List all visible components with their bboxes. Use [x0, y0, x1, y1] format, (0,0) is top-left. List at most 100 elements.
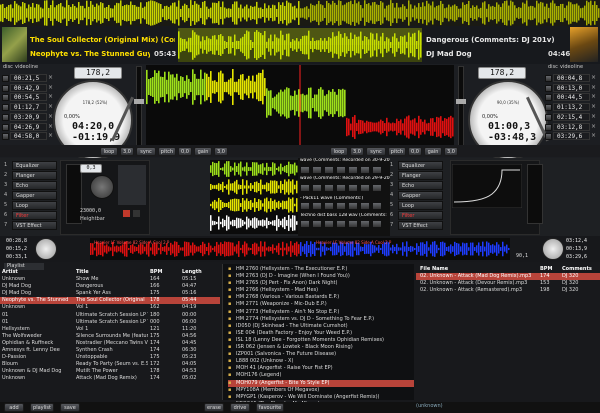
- control-button[interactable]: gain: [194, 147, 212, 156]
- sampler-button[interactable]: [324, 202, 334, 210]
- cue-delete-icon[interactable]: ×: [48, 132, 53, 139]
- footer-playlist-button[interactable]: playlist: [30, 403, 54, 412]
- fx-gapper[interactable]: Gapper: [398, 191, 443, 200]
- main-waveform[interactable]: [146, 65, 454, 147]
- sampler-button[interactable]: [360, 220, 370, 228]
- right-filter-graph[interactable]: [452, 164, 522, 208]
- sampler-button[interactable]: [348, 166, 358, 174]
- cue-delete-icon[interactable]: ×: [48, 74, 53, 81]
- left-volume-fader[interactable]: [66, 164, 82, 224]
- sampler-button[interactable]: [360, 202, 370, 210]
- cue-play-button[interactable]: [2, 104, 9, 112]
- fx-vst-effect[interactable]: VST Effect: [12, 221, 57, 230]
- folder-item[interactable]: ▪ HM 2771 (Weaponize - Mic-Dub E.P.): [228, 301, 414, 308]
- control-button[interactable]: loop: [100, 147, 118, 156]
- sampler-button[interactable]: [312, 202, 322, 210]
- sampler-button[interactable]: [360, 166, 370, 174]
- cue-play-button[interactable]: [545, 123, 552, 131]
- folder-item[interactable]: ▪ MOH 41 (Angerfist - Raise Your Fist EP): [228, 365, 414, 372]
- cue-delete-icon[interactable]: ×: [591, 103, 596, 110]
- cue-point[interactable]: 03:12,8: [553, 122, 590, 131]
- sampler-button[interactable]: [372, 202, 382, 210]
- tab-line[interactable]: line: [574, 64, 583, 70]
- sampler-button[interactable]: [336, 202, 346, 210]
- loop-time[interactable]: 03:12,4: [566, 238, 587, 244]
- loop-time[interactable]: 03:29,6: [566, 254, 587, 260]
- cue-play-button[interactable]: [2, 113, 9, 121]
- playlist-row[interactable]: Unknown & DJ Mad Dog Mutilt The Power 178 0…: [0, 368, 220, 375]
- cue-point[interactable]: 00:42,9: [10, 83, 47, 92]
- folder-item[interactable]: ▪ HM 2760 (Hellsystem - The Executioner E…: [228, 266, 414, 273]
- cue-point[interactable]: 00:21,5: [10, 74, 47, 82]
- sampler-button[interactable]: [300, 202, 310, 210]
- sampler-button[interactable]: [372, 184, 382, 192]
- control-button[interactable]: sync: [366, 147, 386, 156]
- playlist-row[interactable]: Unknown Attack (Mad Dog Remix) 174 05:02: [0, 375, 220, 382]
- left-eq-pad[interactable]: [118, 165, 146, 205]
- tab-disc[interactable]: disc: [3, 64, 13, 70]
- loop-time[interactable]: 00:33,1: [6, 254, 27, 260]
- cue-delete-icon[interactable]: ×: [591, 132, 596, 139]
- sampler-button[interactable]: [336, 184, 346, 192]
- cue-point[interactable]: 03:20,9: [10, 112, 47, 121]
- cue-point[interactable]: 03:29,6: [553, 132, 590, 141]
- right-pitch-knob[interactable]: [456, 99, 466, 104]
- file-row[interactable]: 02. Unknown - Attack (Devour Remix).mp3 1…: [416, 280, 600, 287]
- folder-item[interactable]: ▪ HM 2773 (Hellsystem - Ain't No Stop E.P…: [228, 309, 414, 316]
- control-button[interactable]: sync: [136, 147, 156, 156]
- cue-delete-icon[interactable]: ×: [591, 123, 596, 130]
- folder-item[interactable]: ▪ MOH176 (Legend): [228, 372, 414, 379]
- left-pitch-slider[interactable]: [136, 66, 142, 146]
- column-header-title[interactable]: Title: [76, 269, 148, 276]
- cue-play-button[interactable]: [2, 75, 9, 82]
- cue-delete-icon[interactable]: ×: [48, 93, 53, 100]
- playlist-row[interactable]: Neophyte vs. The Stunned The Soul Collect…: [0, 297, 220, 305]
- folder-item[interactable]: ▪ MPYGP1 (Kasperov - We Will Dominate (An…: [228, 394, 414, 401]
- tab-disc[interactable]: disc: [548, 64, 558, 70]
- sampler-button[interactable]: [372, 220, 382, 228]
- cue-point[interactable]: 00:54,5: [10, 93, 47, 102]
- footer-add-button[interactable]: add: [4, 403, 24, 412]
- cue-delete-icon[interactable]: ×: [591, 84, 596, 91]
- playlist-row[interactable]: DJ Mad Dog Spank Yer Ass 175 05:16: [0, 290, 220, 297]
- playlist-row[interactable]: Bloum Ready To Party (Seum vs. E.S.T. 172 0…: [0, 361, 220, 368]
- playlist-row[interactable]: 01 Ultimate Scratch Session LP Vol 000 06:0…: [0, 319, 220, 326]
- control-button[interactable]: 3,0: [350, 147, 364, 156]
- cue-play-button[interactable]: [2, 84, 9, 92]
- fx-vst-effect[interactable]: VST Effect: [398, 221, 443, 230]
- footer-erase-button[interactable]: erase: [204, 403, 224, 412]
- sampler-button[interactable]: [348, 220, 358, 228]
- fx-loop[interactable]: Loop: [398, 201, 443, 210]
- control-button[interactable]: 3,0: [444, 147, 458, 156]
- cue-delete-icon[interactable]: ×: [48, 84, 53, 91]
- fx-echo[interactable]: Echo: [12, 181, 57, 190]
- cue-play-button[interactable]: [2, 133, 9, 141]
- loop-time[interactable]: 00:13,9: [566, 246, 587, 252]
- left-mini-jog[interactable]: [35, 238, 57, 260]
- fx-filter[interactable]: Filter: [12, 211, 57, 220]
- loop-time[interactable]: 00:15,2: [6, 246, 27, 252]
- center-overview-waveform[interactable]: [178, 28, 422, 62]
- playlist-row[interactable]: Ophidian & Ruffneck Nostradier (Meccano T…: [0, 340, 220, 347]
- sampler-button[interactable]: [372, 166, 382, 174]
- fx-flanger[interactable]: Flanger: [398, 171, 443, 180]
- control-button[interactable]: 0,0: [178, 147, 192, 156]
- cue-point[interactable]: 00:44,5: [553, 93, 590, 102]
- fx-equalizer[interactable]: Equalizer: [398, 161, 443, 170]
- sampler-button[interactable]: [312, 220, 322, 228]
- loop-time[interactable]: 00:28,8: [6, 238, 27, 244]
- sampler-button[interactable]: [348, 202, 358, 210]
- sampler-waveforms[interactable]: [210, 160, 298, 234]
- control-button[interactable]: pitch: [388, 147, 406, 156]
- folder-item[interactable]: ▪ ISR 062 (Jensen & Lowtek - Black Moon R…: [228, 344, 414, 351]
- footer-favourite-button[interactable]: favourite: [256, 403, 284, 412]
- fx-filter[interactable]: Filter: [398, 211, 443, 220]
- folder-item[interactable]: ▪ MOH079 (Angerfist - Bite Yo Style EP): [228, 379, 414, 387]
- folder-item[interactable]: ▪ L888 002 (Unknow - X): [228, 358, 414, 365]
- column-header[interactable]: Comments: [562, 266, 598, 273]
- sampler-button[interactable]: [300, 184, 310, 192]
- fx-loop[interactable]: Loop: [12, 201, 57, 210]
- sampler-button[interactable]: [300, 166, 310, 174]
- cue-delete-icon[interactable]: ×: [48, 103, 53, 110]
- overview-waveform[interactable]: [0, 0, 600, 26]
